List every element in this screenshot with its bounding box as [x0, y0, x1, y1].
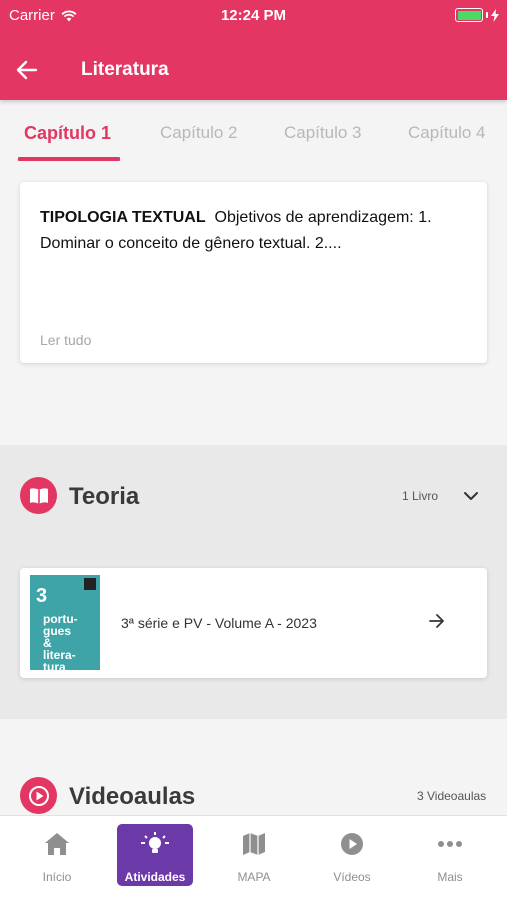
nav-bar: Literatura — [0, 48, 507, 92]
active-tab-indicator — [18, 157, 120, 161]
play-circle-icon — [341, 833, 363, 855]
back-button[interactable] — [16, 58, 46, 82]
arrow-right-icon — [429, 614, 444, 628]
tabbar-label: Vídeos — [333, 870, 371, 884]
chapter-tabs: Capítulo 1 Capítulo 2 Capítulo 3 Capítul… — [0, 100, 507, 162]
teoria-count: 1 Livro — [402, 489, 439, 503]
more-icon — [438, 841, 462, 847]
battery-icon — [455, 8, 499, 22]
teoria-title: Teoria — [69, 483, 140, 510]
lightbulb-icon — [141, 832, 169, 853]
tabbar-inicio[interactable]: Início — [19, 824, 95, 886]
cover-number: 3 — [36, 585, 48, 607]
arrow-left-icon — [16, 60, 38, 80]
tab-capitulo-1[interactable]: Capítulo 1 — [24, 123, 111, 144]
play-circle-icon — [20, 777, 57, 814]
videoaulas-title: Videoaulas — [69, 783, 196, 810]
status-bar: Carrier 12:24 PM — [0, 4, 507, 26]
tabbar-mapa[interactable]: MAPA — [216, 824, 292, 886]
cover-title: portu- gues & litera- tura — [43, 612, 78, 670]
videoaulas-section: Videoaulas 3 Videoaulas — [0, 719, 507, 815]
read-more-link[interactable]: Ler tudo — [40, 332, 91, 348]
teoria-expand-button[interactable] — [463, 488, 479, 506]
videoaulas-count: 3 Videoaulas — [417, 789, 487, 803]
book-cover-image: 3 portu- gues & litera- tura — [30, 575, 100, 670]
tabbar-label: Mais — [437, 870, 463, 884]
tabbar-label: MAPA — [237, 870, 271, 884]
publisher-logo — [84, 578, 96, 590]
book-card[interactable]: 3 portu- gues & litera- tura 3ª série e … — [20, 568, 487, 678]
chapter-summary-card[interactable]: TIPOLOGIA TEXTUAL Objetivos de aprendiza… — [20, 182, 487, 363]
charging-bolt-icon — [491, 8, 499, 22]
tab-capitulo-4[interactable]: Capítulo 4 — [408, 123, 486, 143]
bottom-tab-bar: Início Atividades MAPA Vídeos Mais — [0, 815, 507, 900]
open-book-button[interactable] — [428, 613, 446, 634]
page-title: Literatura — [81, 59, 169, 80]
tab-capitulo-3[interactable]: Capítulo 3 — [284, 123, 362, 143]
chevron-down-icon — [464, 492, 478, 500]
book-title: 3ª série e PV - Volume A - 2023 — [121, 615, 317, 631]
book-open-icon — [20, 477, 57, 514]
app-header: Carrier 12:24 PM Literatura — [0, 0, 507, 100]
tabbar-label: Início — [42, 870, 72, 884]
tab-capitulo-2[interactable]: Capítulo 2 — [160, 123, 238, 143]
map-icon — [243, 833, 265, 855]
home-icon — [45, 833, 69, 855]
tabbar-atividades[interactable]: Atividades — [117, 824, 193, 886]
summary-heading: TIPOLOGIA TEXTUAL — [40, 209, 206, 226]
tabbar-mais[interactable]: Mais — [412, 824, 488, 886]
summary-text: TIPOLOGIA TEXTUAL Objetivos de aprendiza… — [40, 205, 470, 257]
status-time: 12:24 PM — [220, 7, 287, 24]
tabbar-label: Atividades — [124, 870, 186, 884]
tabbar-videos[interactable]: Vídeos — [314, 824, 390, 886]
